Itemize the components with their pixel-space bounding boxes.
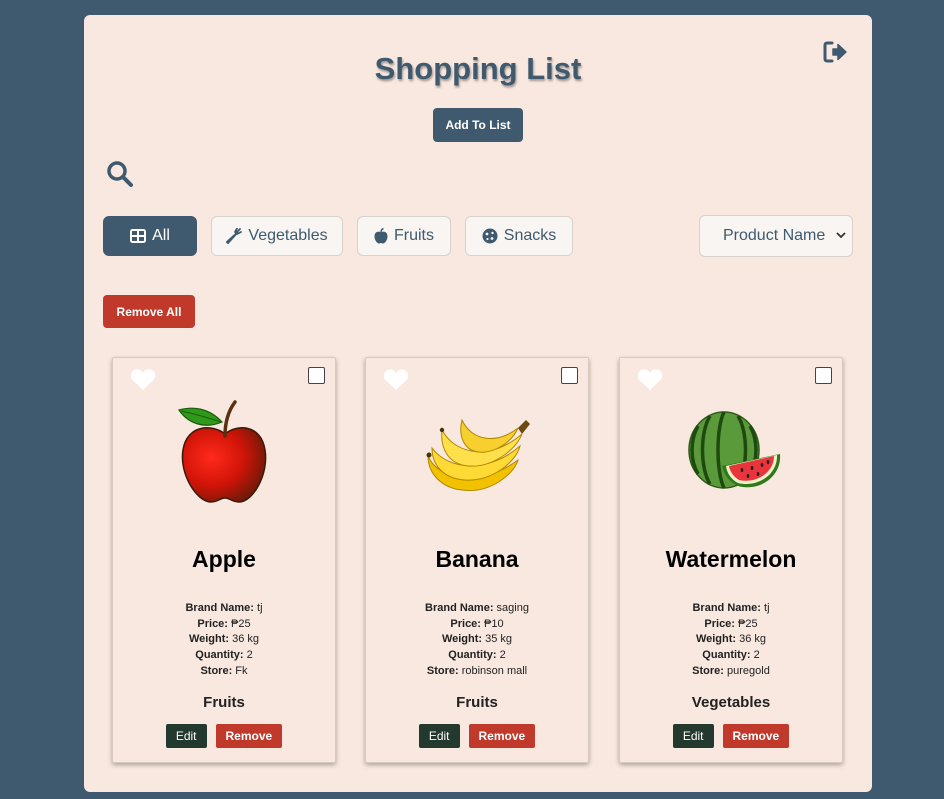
sort-select[interactable]: Product Name [699,215,853,257]
filter-vegetables-label: Vegetables [248,227,328,244]
cookie-icon [482,228,498,244]
heart-icon[interactable] [130,368,156,391]
product-card-banana: Banana Brand Name: saging Price: ₱10 Wei… [365,357,589,763]
sign-out-icon[interactable] [821,38,849,66]
product-card-apple: Apple Brand Name: tj Price: ₱25 Weight: … [112,357,336,763]
select-checkbox[interactable] [308,367,325,384]
remove-button[interactable]: Remove [215,724,283,748]
quantity-value: 2 [246,649,253,662]
apple-image [178,400,267,503]
price-value: ₱25 [738,617,758,630]
edit-button[interactable]: Edit [165,724,207,748]
store-value: robinson mall [461,664,528,677]
banana-image [426,418,530,491]
brand-value: tj [257,602,263,614]
shopping-list-panel: Shopping List Add To List All Vegetables… [84,15,872,792]
filter-fruits-button[interactable]: Fruits [357,216,451,256]
price-value: ₱25 [231,617,251,630]
brand-value: tj [764,602,770,614]
product-category: Fruits [456,694,498,711]
filter-snacks-button[interactable]: Snacks [465,216,573,256]
filter-all-button[interactable]: All [103,216,197,256]
product-details: Brand Name: saging Price: ₱10 Weight: 35… [425,602,529,677]
product-card-watermelon: Watermelon Brand Name: tj Price: ₱25 Wei… [619,357,843,763]
remove-button[interactable]: Remove [468,724,536,748]
store-value: puregold [727,664,770,677]
select-checkbox[interactable] [561,367,578,384]
page-title: Shopping List [374,51,582,86]
product-category: Vegetables [691,694,771,711]
store-value: Fk [235,664,248,677]
watermelon-image [688,411,781,489]
search-icon[interactable] [106,160,134,188]
brand-value: saging [496,602,529,614]
product-details: Brand Name: tj Price: ₱25 Weight: 36 kg … [692,602,770,677]
remove-button[interactable]: Remove [722,724,790,748]
chevron-down-icon [836,232,846,239]
product-category: Fruits [203,694,245,711]
select-checkbox[interactable] [815,367,832,384]
add-to-list-button[interactable]: Add To List [433,108,523,142]
product-name: Watermelon [665,546,797,572]
quantity-value: 2 [753,649,760,662]
filter-vegetables-button[interactable]: Vegetables [211,216,343,256]
product-name: Apple [192,546,256,572]
filter-all-label: All [152,227,170,244]
weight-value: 36 kg [739,633,767,646]
edit-button[interactable]: Edit [672,724,714,748]
weight-value: 36 kg [232,633,260,646]
remove-all-button[interactable]: Remove All [103,295,195,328]
weight-value: 35 kg [485,633,513,646]
grid-icon [130,229,147,243]
carrot-icon [226,228,243,244]
product-name: Banana [435,546,519,572]
quantity-value: 2 [499,649,506,662]
heart-icon[interactable] [637,368,663,391]
edit-button[interactable]: Edit [418,724,460,748]
filter-fruits-label: Fruits [394,227,434,244]
heart-icon[interactable] [383,368,409,391]
filter-snacks-label: Snacks [503,227,557,244]
product-details: Brand Name: tj Price: ₱25 Weight: 36 kg … [185,602,263,677]
apple-icon [374,228,388,244]
sort-selected-value: Product Name [723,227,826,244]
price-value: ₱10 [484,617,504,630]
